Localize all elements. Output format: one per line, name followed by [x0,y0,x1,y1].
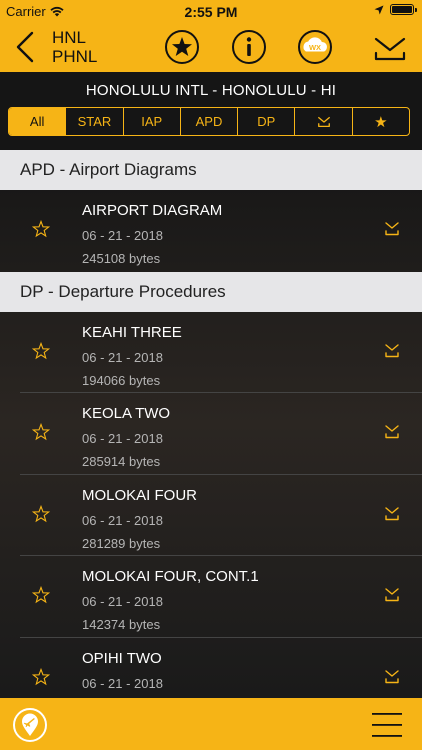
chart-size: 285914 bytes [82,454,161,469]
chart-name: MOLOKAI FOUR, CONT.1 [82,568,259,585]
chart-size: 142374 bytes [82,617,161,632]
filter-label: ★ [374,113,388,131]
filter-favorites[interactable]: ★ [351,108,409,135]
filter-downloaded[interactable] [294,108,351,135]
download-icon[interactable] [384,343,400,359]
airport-code-icao: PHNL [52,47,98,66]
chart-date: 06 - 21 - 2018 [82,431,163,446]
chart-name: KEOLA TWO [82,405,171,422]
battery-icon [390,4,417,15]
chart-name: OPIHI TWO [82,649,162,667]
download-icon[interactable] [384,221,400,237]
nearest-airport-button[interactable] [12,707,48,743]
chart-date: 06 - 21 - 2018 [82,675,163,691]
list-item[interactable]: MOLOKAI FOUR, CONT.1 06 - 21 - 2018 1423… [0,556,422,638]
chart-date: 06 - 21 - 2018 [82,594,163,609]
filter-star[interactable]: STAR [65,108,122,135]
weather-button[interactable]: WX [297,29,333,65]
chart-name: KEAHI THREE [82,323,182,341]
star-outline-icon[interactable] [32,220,50,238]
download-icon[interactable] [384,506,400,522]
status-right [374,4,417,15]
chart-date: 06 - 21 - 2018 [82,349,163,365]
chart-name: MOLOKAI FOUR [82,486,198,504]
chart-size: 281289 bytes [82,535,161,551]
star-outline-icon[interactable] [32,667,50,686]
procedure-list: APD - Airport Diagrams AIRPORT DIAGRAM 0… [0,150,422,698]
back-button[interactable] [12,30,38,64]
menu-button[interactable] [372,711,402,739]
weather-label: WX [309,43,321,52]
star-outline-icon[interactable] [32,341,50,360]
status-bar: Carrier 2:55 PM [0,0,422,22]
info-icon [246,37,252,42]
list-item[interactable]: KEAHI THREE 06 - 21 - 2018 194066 bytes [0,312,422,393]
download-icon [374,37,406,52]
chevron-left-icon [16,31,34,63]
list-item[interactable]: MOLOKAI FOUR 06 - 21 - 2018 281289 bytes [0,475,422,556]
bottom-bar [0,698,422,750]
chart-size: 245108 bytes [82,251,161,266]
filter-label: IAP [141,114,163,129]
download-icon[interactable] [384,424,400,440]
section-header: APD - Airport Diagrams [0,150,422,190]
airport-code-faa: HNL [52,28,87,47]
download-icon [317,116,330,127]
info-button[interactable] [231,29,267,65]
filter-label: STAR [77,114,112,129]
hamburger-icon [372,713,402,715]
airport-title: HONOLULU INTL - HONOLULU - HI [85,82,337,99]
download-icon[interactable] [384,587,400,603]
airport-code: HNL PHNL [52,28,97,66]
filter-segmented-control: All STAR IAP APD DP ★ [8,107,410,136]
download-icon[interactable] [384,669,400,685]
filter-label: All [29,114,45,129]
list-item[interactable]: OPIHI TWO 06 - 21 - 2018 [0,638,422,699]
section-header: DP - Departure Procedures [0,271,422,312]
chart-date: 06 - 21 - 2018 [82,228,163,243]
status-time: 2:55 PM [184,4,238,20]
filter-label: APD [195,114,223,129]
chart-date: 06 - 21 - 2018 [82,512,163,528]
filter-label: DP [257,114,276,129]
star-outline-icon[interactable] [32,423,50,441]
chart-name: AIRPORT DIAGRAM [82,202,223,219]
airport-banner: HONOLULU INTL - HONOLULU - HI All STAR I… [0,72,422,150]
star-outline-icon[interactable] [32,504,50,523]
filter-apd[interactable]: APD [179,108,237,135]
chart-size: 194066 bytes [82,372,161,388]
star-icon [172,37,192,56]
list-item[interactable]: KEOLA TWO 06 - 21 - 2018 285914 bytes [0,393,422,475]
map-pin-icon [22,713,38,736]
filter-all[interactable]: All [9,108,66,135]
star-outline-icon[interactable] [32,586,50,604]
list-item[interactable]: AIRPORT DIAGRAM 06 - 21 - 2018 245108 by… [0,190,422,272]
download-all-button[interactable] [372,29,408,65]
filter-iap[interactable]: IAP [122,108,180,135]
favorite-button[interactable] [164,29,200,65]
location-arrow-icon [374,5,384,14]
nav-bar: HNL PHNL WX [0,22,422,72]
filter-dp[interactable]: DP [237,108,294,135]
